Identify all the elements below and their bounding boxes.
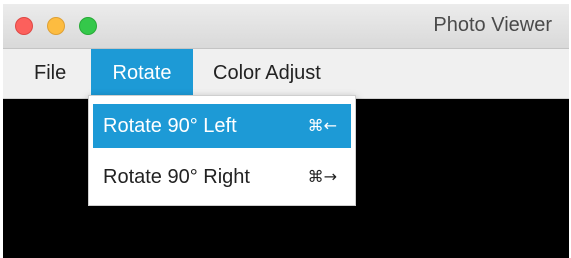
shortcut-label: ⌘←	[307, 116, 337, 135]
menu-bar: File Rotate Color Adjust	[3, 49, 569, 99]
menu-rotate[interactable]: Rotate	[91, 49, 193, 98]
menu-item-label: Rotate 90° Left	[103, 115, 237, 137]
menu-item-rotate-left[interactable]: Rotate 90° Left ⌘←	[93, 104, 351, 148]
title-bar[interactable]: Photo Viewer	[3, 4, 569, 49]
menu-item-label: Rotate 90° Right	[103, 166, 250, 188]
shortcut-label: ⌘→	[307, 167, 337, 186]
rotate-dropdown-menu: Rotate 90° Left ⌘← Rotate 90° Right ⌘→	[88, 95, 356, 206]
minimize-window-button[interactable]	[47, 17, 65, 35]
menu-item-rotate-right[interactable]: Rotate 90° Right ⌘→	[93, 155, 351, 199]
menu-color-adjust[interactable]: Color Adjust	[199, 49, 335, 98]
maximize-window-button[interactable]	[79, 17, 97, 35]
window-title: Photo Viewer	[433, 14, 552, 36]
close-window-button[interactable]	[15, 17, 33, 35]
menu-file[interactable]: File	[21, 49, 79, 98]
